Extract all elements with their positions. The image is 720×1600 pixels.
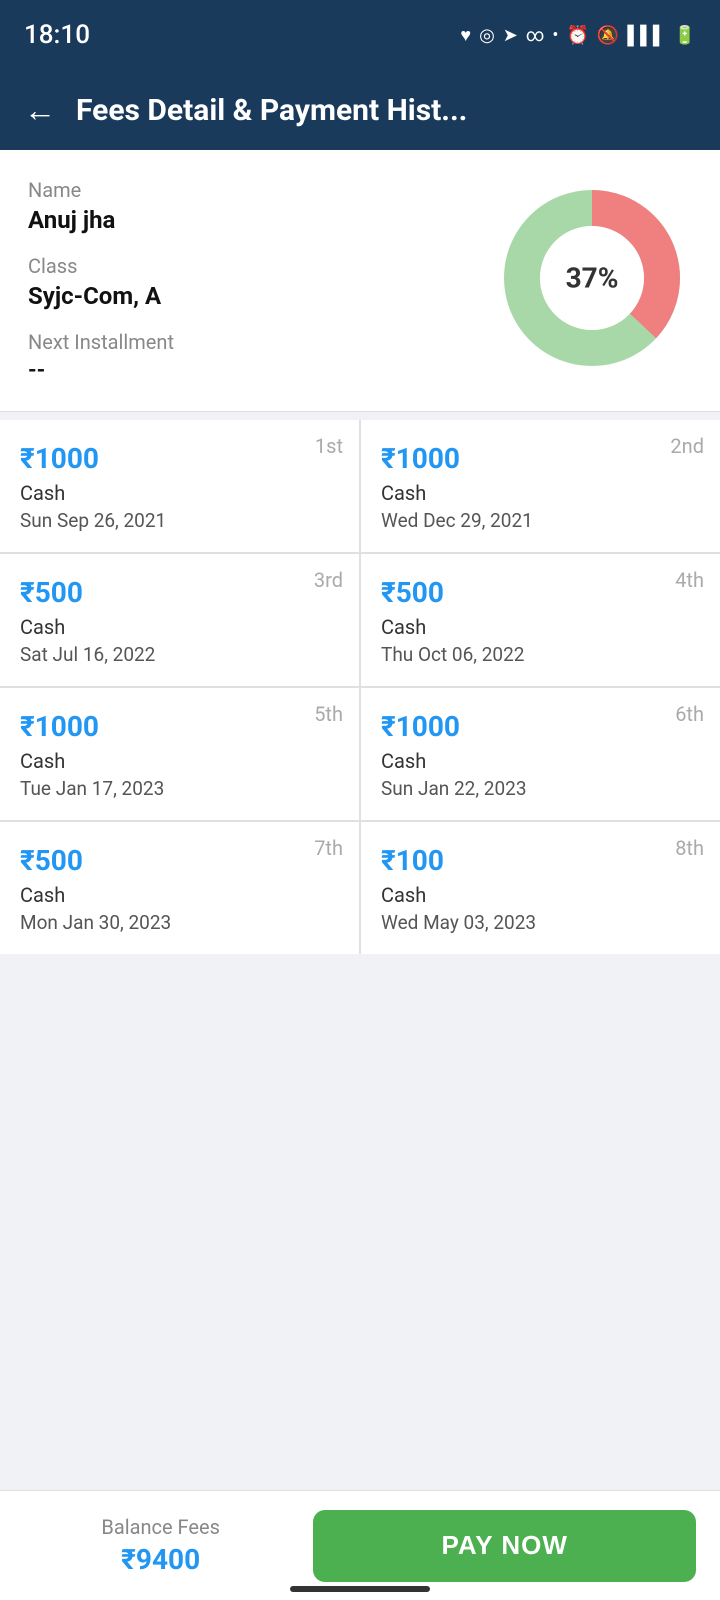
location-icon: ➤ bbox=[503, 25, 518, 46]
profile-card: Name Anuj jha Class Syjc-Com, A Next Ins… bbox=[0, 150, 720, 412]
name-label: Name bbox=[28, 178, 492, 202]
infinity-icon: ∞ bbox=[526, 25, 545, 46]
table-row: 1st ₹1000 Cash Sun Sep 26, 2021 bbox=[0, 420, 359, 552]
table-row: 6th ₹1000 Cash Sun Jan 22, 2023 bbox=[361, 688, 720, 820]
installment-label: 2nd bbox=[670, 434, 704, 458]
payment-method: Cash bbox=[20, 481, 339, 505]
payment-date: Sun Jan 22, 2023 bbox=[381, 777, 700, 800]
payment-amount: ₹1000 bbox=[20, 710, 339, 743]
payment-amount: ₹500 bbox=[20, 576, 339, 609]
installment-label: 5th bbox=[314, 702, 343, 726]
payment-amount: ₹1000 bbox=[381, 710, 700, 743]
wifi-icon: ♥ bbox=[460, 25, 471, 46]
payment-method: Cash bbox=[381, 883, 700, 907]
page-title: Fees Detail & Payment Hist... bbox=[76, 93, 467, 128]
page-header: ← Fees Detail & Payment Hist... bbox=[0, 70, 720, 150]
installment-label: 6th bbox=[675, 702, 704, 726]
installment-label: 3rd bbox=[314, 568, 343, 592]
payment-method: Cash bbox=[20, 883, 339, 907]
balance-label: Balance Fees bbox=[24, 1515, 297, 1539]
status-time: 18:10 bbox=[24, 20, 90, 50]
pay-now-button[interactable]: PAY NOW bbox=[313, 1510, 696, 1582]
installment-label: 7th bbox=[314, 836, 343, 860]
mute-icon: 🔕 bbox=[597, 25, 619, 46]
profile-info: Name Anuj jha Class Syjc-Com, A Next Ins… bbox=[28, 178, 492, 383]
payment-method: Cash bbox=[381, 749, 700, 773]
home-indicator bbox=[290, 1586, 430, 1592]
table-row: 3rd ₹500 Cash Sat Jul 16, 2022 bbox=[0, 554, 359, 686]
payment-amount: ₹100 bbox=[381, 844, 700, 877]
whatsapp-icon: ◎ bbox=[479, 25, 495, 46]
donut-chart: 37% bbox=[492, 178, 692, 378]
name-value: Anuj jha bbox=[28, 206, 492, 234]
payment-grid: 1st ₹1000 Cash Sun Sep 26, 2021 2nd ₹100… bbox=[0, 420, 720, 954]
payment-date: Mon Jan 30, 2023 bbox=[20, 911, 339, 934]
payment-date: Wed May 03, 2023 bbox=[381, 911, 700, 934]
payment-amount: ₹500 bbox=[381, 576, 700, 609]
class-label: Class bbox=[28, 254, 492, 278]
payment-method: Cash bbox=[381, 615, 700, 639]
payment-amount: ₹500 bbox=[20, 844, 339, 877]
chart-percent: 37% bbox=[566, 262, 619, 295]
payment-method: Cash bbox=[381, 481, 700, 505]
next-installment-value: -- bbox=[28, 358, 492, 383]
alarm-icon: ⏰ bbox=[566, 25, 588, 46]
payment-date: Sun Sep 26, 2021 bbox=[20, 509, 339, 532]
table-row: 4th ₹500 Cash Thu Oct 06, 2022 bbox=[361, 554, 720, 686]
table-row: 7th ₹500 Cash Mon Jan 30, 2023 bbox=[0, 822, 359, 954]
table-row: 2nd ₹1000 Cash Wed Dec 29, 2021 bbox=[361, 420, 720, 552]
bottom-bar: Balance Fees ₹9400 PAY NOW bbox=[0, 1490, 720, 1600]
installment-label: 1st bbox=[315, 434, 343, 458]
payment-date: Tue Jan 17, 2023 bbox=[20, 777, 339, 800]
payment-amount: ₹1000 bbox=[20, 442, 339, 475]
payment-method: Cash bbox=[20, 615, 339, 639]
balance-section: Balance Fees ₹9400 bbox=[24, 1515, 297, 1576]
payment-date: Sat Jul 16, 2022 bbox=[20, 643, 339, 666]
payment-date: Wed Dec 29, 2021 bbox=[381, 509, 700, 532]
table-row: 8th ₹100 Cash Wed May 03, 2023 bbox=[361, 822, 720, 954]
back-button[interactable]: ← bbox=[24, 91, 56, 129]
dot-icon: • bbox=[552, 25, 558, 46]
installment-label: 8th bbox=[675, 836, 704, 860]
class-value: Syjc-Com, A bbox=[28, 282, 492, 310]
payment-method: Cash bbox=[20, 749, 339, 773]
status-icons: ♥ ◎ ➤ ∞ • ⏰ 🔕 ▌▌▌ 🔋 bbox=[460, 25, 696, 46]
battery-icon: 🔋 bbox=[674, 25, 696, 46]
payment-amount: ₹1000 bbox=[381, 442, 700, 475]
next-installment-label: Next Installment bbox=[28, 330, 492, 354]
signal-icon: ▌▌▌ bbox=[627, 25, 665, 46]
installment-label: 4th bbox=[675, 568, 704, 592]
balance-amount: ₹9400 bbox=[24, 1543, 297, 1576]
status-bar: 18:10 ♥ ◎ ➤ ∞ • ⏰ 🔕 ▌▌▌ 🔋 bbox=[0, 0, 720, 70]
payment-date: Thu Oct 06, 2022 bbox=[381, 643, 700, 666]
table-row: 5th ₹1000 Cash Tue Jan 17, 2023 bbox=[0, 688, 359, 820]
